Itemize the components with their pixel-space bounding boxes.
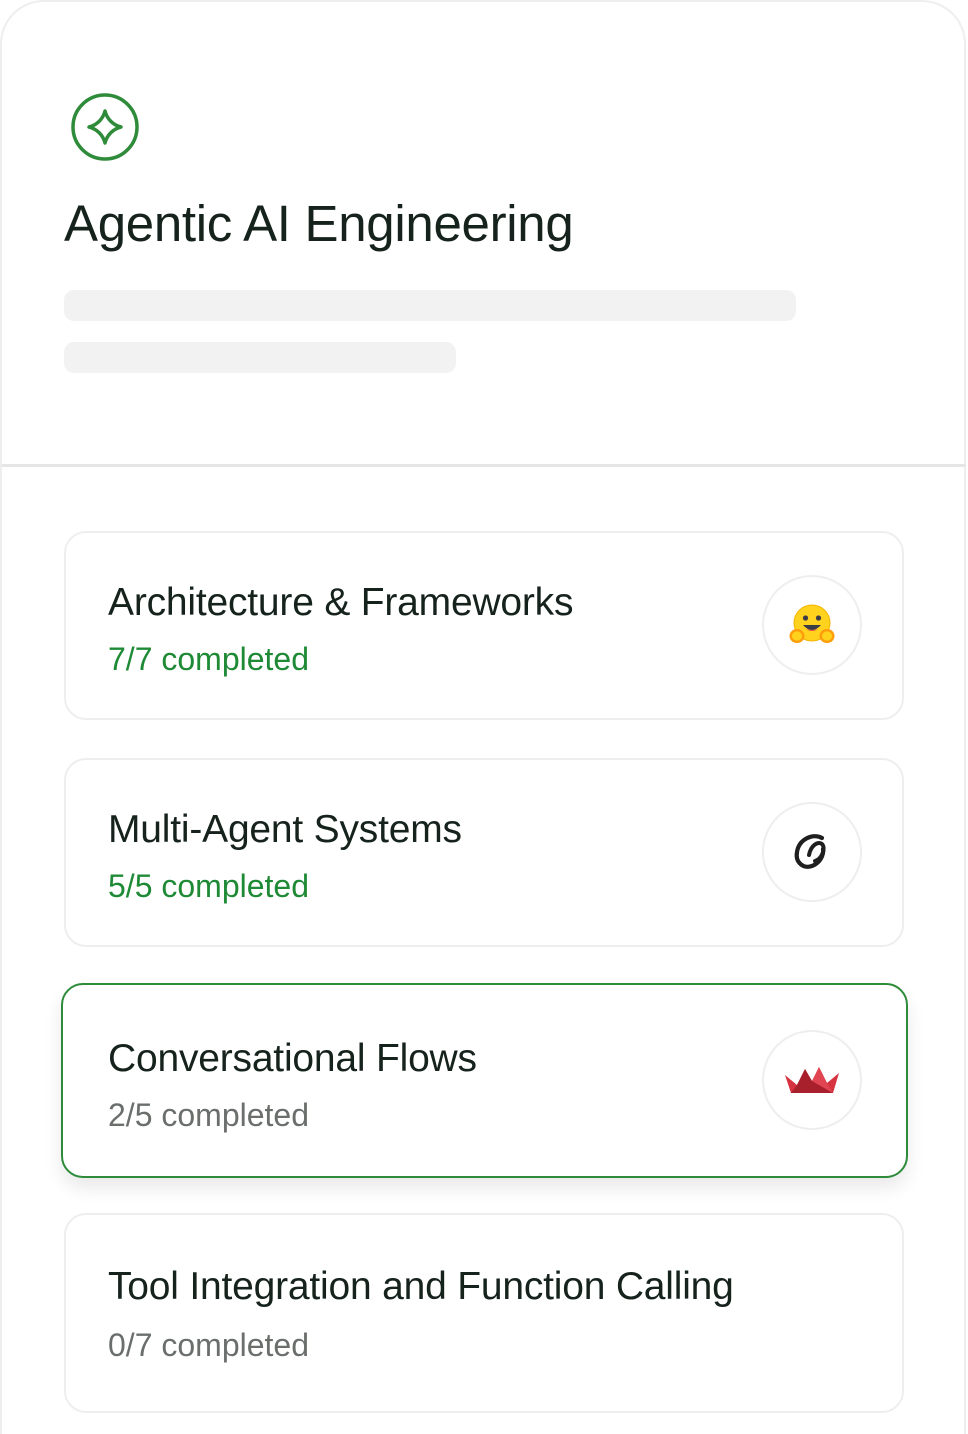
description-skeleton-line <box>64 290 796 321</box>
module-logo <box>762 802 862 902</box>
course-header: Agentic AI Engineering <box>2 2 966 467</box>
module-title: Architecture & Frameworks <box>108 581 574 624</box>
crown-boat-icon <box>785 1067 839 1093</box>
module-card-multi-agent-systems[interactable]: Multi-Agent Systems 5/5 completed <box>64 758 904 947</box>
description-skeleton-line <box>64 342 456 373</box>
module-logo <box>762 575 862 675</box>
module-title: Tool Integration and Function Calling <box>108 1265 734 1308</box>
hugging-face-icon <box>789 604 835 643</box>
module-card-conversational-flows[interactable]: Conversational Flows 2/5 completed <box>61 983 908 1178</box>
module-progress: 0/7 completed <box>108 1327 310 1363</box>
module-progress: 2/5 completed <box>108 1097 310 1133</box>
module-progress: 5/5 completed <box>108 868 310 904</box>
module-title: Multi-Agent Systems <box>108 808 462 851</box>
module-progress: 7/7 completed <box>108 641 310 677</box>
sparkle-diamond-icon <box>71 93 139 161</box>
module-title: Conversational Flows <box>108 1037 477 1080</box>
course-card: Agentic AI Engineering Architecture & Fr… <box>0 0 966 1434</box>
crewai-icon <box>794 834 826 869</box>
module-logo <box>762 1030 862 1130</box>
course-title: Agentic AI Engineering <box>64 195 574 252</box>
module-card-tool-integration[interactable]: Tool Integration and Function Calling 0/… <box>64 1213 904 1413</box>
module-card-architecture-frameworks[interactable]: Architecture & Frameworks 7/7 completed <box>64 531 904 720</box>
